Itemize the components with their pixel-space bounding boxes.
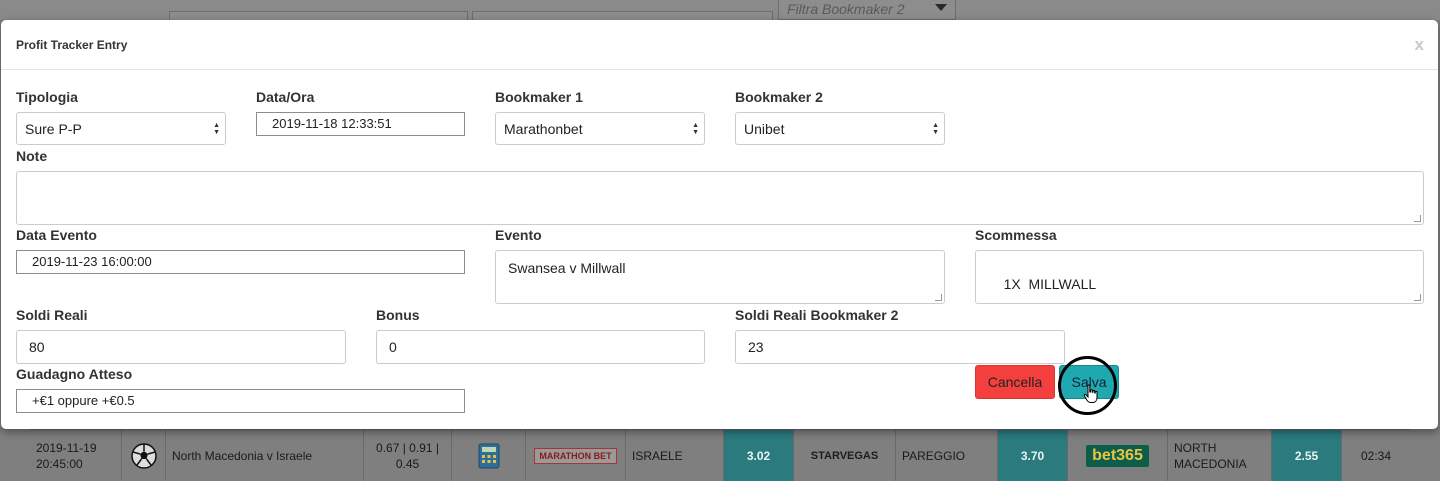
- starvegas-logo: STARVEGAS: [794, 430, 896, 481]
- save-button[interactable]: Salva: [1059, 365, 1119, 399]
- row-event: North Macedonia v Israele: [166, 430, 364, 481]
- soccer-ball-icon: [122, 430, 166, 481]
- profit-tracker-modal: Profit Tracker Entry x Tipologia Sure P-…: [1, 20, 1438, 429]
- bonus-input[interactable]: 0: [376, 330, 705, 364]
- caret-down-icon: [935, 4, 947, 11]
- modal-header: Profit Tracker Entry x: [1, 20, 1438, 70]
- table-row: 2019-11-19 20:45:00 North Macedonia v Is…: [30, 429, 1410, 481]
- soldi-reali-bk2-label: Soldi Reali Bookmaker 2: [735, 307, 899, 323]
- bookmaker2-select[interactable]: Unibet ▲ ▼: [735, 112, 945, 145]
- evento-value: Swansea v Millwall: [508, 260, 626, 276]
- guadagno-atteso-label: Guadagno Atteso: [16, 366, 133, 382]
- row-odds1: 3.02: [724, 430, 794, 481]
- row-odds3: 2.55: [1272, 430, 1342, 481]
- resize-handle-icon[interactable]: [1414, 215, 1421, 222]
- tipologia-value: Sure P-P: [25, 121, 82, 137]
- select-arrows-icon: ▲ ▼: [213, 122, 220, 136]
- guadagno-atteso-input[interactable]: +€1 oppure +€0.5: [16, 389, 465, 413]
- bet365-logo: bet365: [1068, 430, 1168, 481]
- row-bet2: PAREGGIO: [896, 430, 998, 481]
- tipologia-label: Tipologia: [16, 89, 78, 105]
- data-ora-label: Data/Ora: [256, 89, 315, 105]
- filter-placeholder: Filtra Bookmaker 2: [787, 1, 905, 17]
- scommessa-textarea[interactable]: 1X MILLWALL: [975, 250, 1424, 304]
- cancel-button[interactable]: Cancella: [975, 365, 1055, 399]
- bookmaker2-label: Bookmaker 2: [735, 89, 823, 105]
- soldi-reali-input[interactable]: 80: [16, 330, 346, 364]
- row-probabilities: 0.67 | 0.91 | 0.45: [364, 430, 452, 481]
- row-prob-line1: 0.67 | 0.91 |: [376, 441, 439, 455]
- evento-textarea[interactable]: Swansea v Millwall: [495, 250, 945, 304]
- row-bet1: ISRAELE: [626, 430, 724, 481]
- data-evento-input[interactable]: 2019-11-23 16:00:00: [16, 250, 465, 274]
- bonus-label: Bonus: [376, 307, 420, 323]
- row-odds2: 3.70: [998, 430, 1068, 481]
- row-bet3: NORTH MACEDONIA: [1168, 430, 1272, 481]
- tipologia-select[interactable]: Sure P-P ▲ ▼: [16, 112, 226, 145]
- modal-title: Profit Tracker Entry: [16, 38, 128, 52]
- row-date: 2019-11-19: [36, 441, 97, 455]
- resize-handle-icon[interactable]: [935, 294, 942, 301]
- row-time: 20:45:00: [36, 457, 83, 471]
- note-textarea[interactable]: [16, 171, 1424, 225]
- bookmaker1-label: Bookmaker 1: [495, 89, 583, 105]
- select-arrows-icon: ▲ ▼: [692, 122, 699, 136]
- background-filter-bookmaker2: Filtra Bookmaker 2: [778, 0, 956, 20]
- soldi-reali-bk2-input[interactable]: 23: [735, 330, 1065, 364]
- scommessa-label: Scommessa: [975, 227, 1057, 243]
- soldi-reali-label: Soldi Reali: [16, 307, 88, 323]
- marathonbet-logo: MARATHON BET: [526, 430, 626, 481]
- close-icon[interactable]: x: [1415, 35, 1424, 55]
- resize-handle-icon[interactable]: [1414, 294, 1421, 301]
- data-ora-input[interactable]: 2019-11-18 12:33:51: [256, 112, 465, 136]
- calculator-icon: [452, 430, 526, 481]
- bookmaker1-select[interactable]: Marathonbet ▲ ▼: [495, 112, 705, 145]
- bookmaker1-value: Marathonbet: [504, 121, 583, 137]
- scommessa-value: 1X MILLWALL: [1003, 276, 1097, 292]
- note-label: Note: [16, 148, 48, 164]
- select-arrows-icon: ▲ ▼: [932, 122, 939, 136]
- row-datetime: 2019-11-19 20:45:00: [30, 430, 122, 481]
- row-prob-line2: 0.45: [395, 457, 420, 471]
- row-countdown: 02:34: [1360, 449, 1392, 463]
- bookmaker2-value: Unibet: [744, 121, 785, 137]
- data-evento-label: Data Evento: [16, 227, 97, 243]
- evento-label: Evento: [495, 227, 542, 243]
